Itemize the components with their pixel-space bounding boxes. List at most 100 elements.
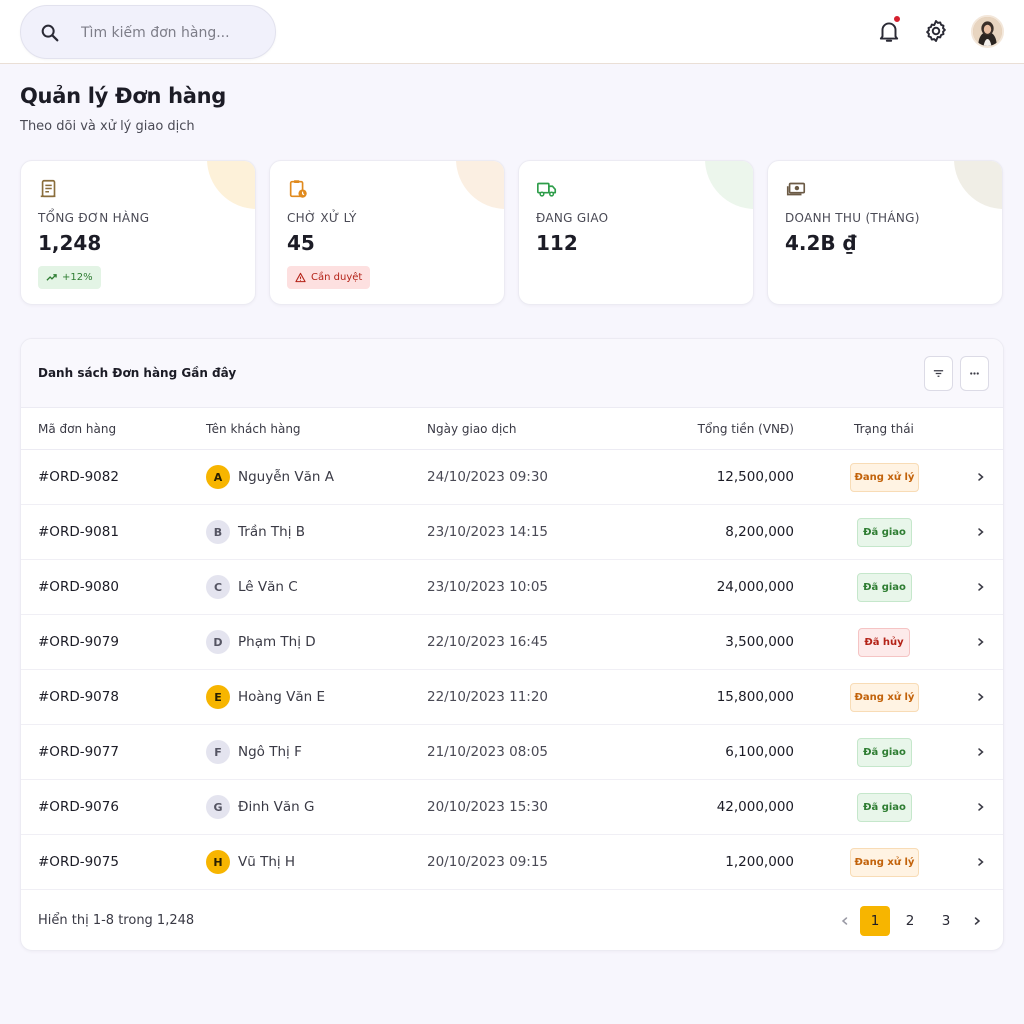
receipt-icon	[40, 179, 56, 198]
order-date: 22/10/2023 16:45	[427, 634, 549, 650]
stat-value: 112	[536, 231, 578, 255]
customer-initial-avatar: C	[206, 575, 230, 599]
chevron-right-icon[interactable]	[976, 745, 986, 759]
order-id: #ORD-9077	[38, 744, 119, 760]
trending-up-icon	[46, 274, 57, 281]
stat-value: 1,248	[38, 231, 102, 255]
stat-value: 45	[287, 231, 315, 255]
status-badge: Đã giao	[857, 573, 912, 602]
chevron-right-icon[interactable]	[976, 690, 986, 704]
table-row[interactable]: #ORD-9077 F Ngô Thị F 21/10/2023 08:05 6…	[21, 725, 1003, 780]
notification-dot	[893, 15, 901, 23]
user-avatar[interactable]	[971, 15, 1004, 48]
search-box[interactable]	[20, 5, 276, 59]
customer-name: Đinh Văn G	[238, 799, 315, 815]
order-amount: 3,500,000	[725, 634, 794, 650]
warning-badge: Cần duyệt	[287, 266, 371, 289]
customer-initial-avatar: F	[206, 740, 230, 764]
pagination-page-2[interactable]: 2	[895, 906, 925, 936]
trend-badge-text: +12%	[62, 272, 93, 283]
pagination-page-1[interactable]: 1	[860, 906, 890, 936]
order-id: #ORD-9080	[38, 579, 119, 595]
chevron-right-icon[interactable]	[976, 580, 986, 594]
gear-icon	[926, 20, 946, 42]
stat-label: CHỜ XỬ LÝ	[287, 211, 357, 225]
customer-name: Hoàng Văn E	[238, 689, 325, 705]
status-badge: Đang xử lý	[850, 683, 919, 712]
order-amount: 15,800,000	[716, 689, 794, 705]
column-header-customer[interactable]: Tên khách hàng	[206, 422, 301, 436]
table-row[interactable]: #ORD-9079 D Phạm Thị D 22/10/2023 16:45 …	[21, 615, 1003, 670]
order-date: 24/10/2023 09:30	[427, 469, 549, 485]
order-id: #ORD-9075	[38, 854, 119, 870]
customer-name: Phạm Thị D	[238, 634, 316, 650]
page-title: Quản lý Đơn hàng	[20, 84, 227, 108]
customer-initial-avatar: G	[206, 795, 230, 819]
page-subtitle: Theo dõi và xử lý giao dịch	[20, 119, 195, 134]
top-bar	[0, 0, 1024, 64]
order-amount: 8,200,000	[725, 524, 794, 540]
warning-icon	[295, 272, 306, 283]
settings-button[interactable]	[923, 18, 949, 44]
avatar-icon	[973, 17, 1002, 46]
table-row[interactable]: #ORD-9080 C Lê Văn C 23/10/2023 10:05 24…	[21, 560, 1003, 615]
stat-label: TỔNG ĐƠN HÀNG	[38, 211, 150, 225]
stat-label: ĐANG GIAO	[536, 211, 609, 225]
pagination-prev-button[interactable]	[830, 906, 860, 936]
table-row[interactable]: #ORD-9081 B Trần Thị B 23/10/2023 14:15 …	[21, 505, 1003, 560]
customer-name: Vũ Thị H	[238, 854, 296, 870]
customer-name: Ngô Thị F	[238, 744, 302, 760]
order-amount: 6,100,000	[725, 744, 794, 760]
search-input[interactable]	[81, 18, 261, 48]
order-id: #ORD-9081	[38, 524, 119, 540]
filter-icon	[933, 370, 944, 377]
pagination-next-button[interactable]	[962, 906, 992, 936]
status-badge: Đang xử lý	[850, 848, 919, 877]
chevron-right-icon	[974, 917, 981, 925]
status-badge: Đã giao	[857, 793, 912, 822]
customer-initial-avatar: E	[206, 685, 230, 709]
more-horizontal-icon	[970, 372, 979, 375]
stat-card-revenue: DOANH THU (THÁNG) 4.2B ₫	[767, 160, 1003, 305]
order-id: #ORD-9079	[38, 634, 119, 650]
status-badge: Đang xử lý	[850, 463, 919, 492]
customer-name: Trần Thị B	[238, 524, 306, 540]
status-badge: Đã giao	[857, 518, 912, 547]
card-decoration	[456, 161, 504, 209]
orders-table-card: Danh sách Đơn hàng Gần đây Mã đơn hàng T…	[20, 338, 1004, 951]
column-header-status[interactable]: Trạng thái	[854, 422, 914, 436]
order-date: 20/10/2023 15:30	[427, 799, 549, 815]
column-header-order-id[interactable]: Mã đơn hàng	[38, 422, 116, 436]
more-options-button[interactable]	[960, 356, 989, 391]
pagination-summary: Hiển thị 1-8 trong 1,248	[38, 913, 195, 928]
chevron-right-icon[interactable]	[976, 525, 986, 539]
order-date: 23/10/2023 10:05	[427, 579, 549, 595]
filter-button[interactable]	[924, 356, 953, 391]
table-head: Mã đơn hàng Tên khách hàng Ngày giao dịc…	[21, 408, 1003, 450]
cash-icon	[786, 182, 806, 196]
customer-initial-avatar: B	[206, 520, 230, 544]
chevron-right-icon[interactable]	[976, 855, 986, 869]
truck-icon	[537, 182, 557, 197]
order-date: 22/10/2023 11:20	[427, 689, 549, 705]
clipboard-clock-icon	[289, 180, 307, 198]
order-amount: 1,200,000	[725, 854, 794, 870]
order-amount: 12,500,000	[716, 469, 794, 485]
chevron-left-icon	[841, 917, 848, 925]
table-row[interactable]: #ORD-9076 G Đinh Văn G 20/10/2023 15:30 …	[21, 780, 1003, 835]
chevron-right-icon[interactable]	[976, 800, 986, 814]
column-header-total[interactable]: Tổng tiền (VNĐ)	[698, 422, 794, 436]
table-row[interactable]: #ORD-9075 H Vũ Thị H 20/10/2023 09:15 1,…	[21, 835, 1003, 890]
chevron-right-icon[interactable]	[976, 635, 986, 649]
order-date: 23/10/2023 14:15	[427, 524, 549, 540]
pagination-page-3[interactable]: 3	[931, 906, 961, 936]
column-header-date[interactable]: Ngày giao dịch	[427, 422, 516, 436]
stat-card-pending: CHỜ XỬ LÝ 45 Cần duyệt	[269, 160, 505, 305]
status-badge: Đã giao	[857, 738, 912, 767]
table-row[interactable]: #ORD-9082 A Nguyễn Văn A 24/10/2023 09:3…	[21, 450, 1003, 505]
order-amount: 24,000,000	[716, 579, 794, 595]
chevron-right-icon[interactable]	[976, 470, 986, 484]
table-row[interactable]: #ORD-9078 E Hoàng Văn E 22/10/2023 11:20…	[21, 670, 1003, 725]
card-decoration	[954, 161, 1002, 209]
notification-button[interactable]	[876, 15, 902, 44]
